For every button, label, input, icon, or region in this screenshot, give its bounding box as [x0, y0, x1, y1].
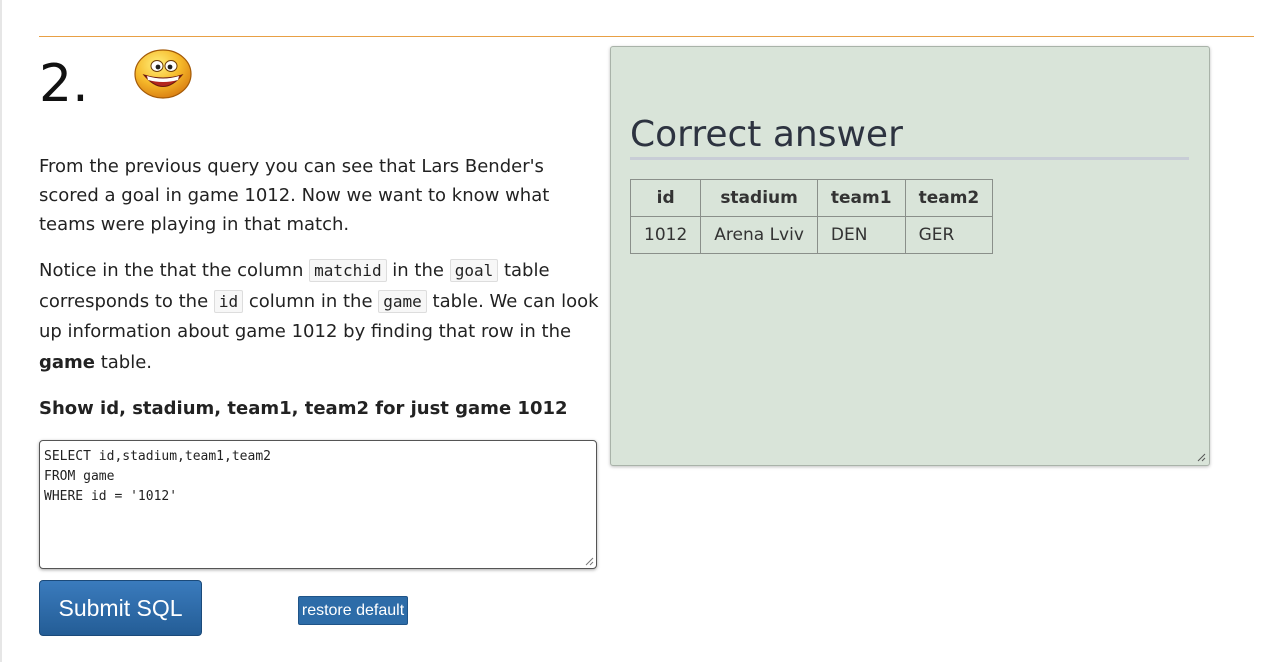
- code-matchid: matchid: [309, 259, 387, 282]
- column-header-team1: team1: [816, 179, 906, 217]
- explanation-text: Notice in the that the column: [39, 260, 310, 281]
- code-game: game: [378, 289, 427, 313]
- question-number: 2.: [39, 54, 89, 114]
- table-row: 1012 Arena Lviv DEN GER: [629, 216, 994, 254]
- task-instruction: Show id, stadium, team1, team2 for just …: [39, 398, 568, 419]
- resize-grip-icon[interactable]: [585, 557, 594, 566]
- answer-panel: Correct answer id stadium team1 team2 10…: [610, 46, 1210, 466]
- intro-paragraph: From the previous query you can see that…: [39, 156, 550, 235]
- sql-editor[interactable]: SELECT id,stadium,team1,team2 FROM game …: [39, 440, 597, 569]
- left-edge-strip: [0, 0, 2, 662]
- restore-default-button[interactable]: restore default: [298, 596, 408, 625]
- column-header-id: id: [629, 179, 702, 217]
- table-header-row: id stadium team1 team2: [629, 179, 994, 217]
- submit-sql-button[interactable]: Submit SQL: [39, 580, 202, 636]
- column-header-team2: team2: [904, 179, 994, 217]
- grinning-face-icon: [134, 49, 192, 99]
- section-divider: [39, 36, 1254, 37]
- answer-title: Correct answer: [630, 114, 903, 155]
- sql-editor-content[interactable]: SELECT id,stadium,team1,team2 FROM game …: [44, 447, 592, 507]
- code-goal: goal: [449, 259, 499, 282]
- cell-id: 1012: [629, 216, 702, 254]
- explanation-text: column in the: [243, 290, 379, 312]
- answer-title-underline: [630, 157, 1189, 160]
- cell-stadium: Arena Lviv: [700, 216, 818, 254]
- cell-team1: DEN: [816, 216, 906, 254]
- column-header-stadium: stadium: [700, 179, 818, 217]
- cell-team2: GER: [904, 216, 994, 254]
- explanation-text: in the: [386, 260, 450, 281]
- bold-game: game: [39, 351, 95, 373]
- explanation-paragraph: Notice in the that the column matchid in…: [39, 256, 599, 378]
- explanation-text: table.: [95, 351, 153, 373]
- answer-table: id stadium team1 team2 1012 Arena Lviv D…: [629, 179, 994, 254]
- code-id: id: [213, 289, 244, 313]
- resize-grip-icon[interactable]: [1197, 453, 1206, 462]
